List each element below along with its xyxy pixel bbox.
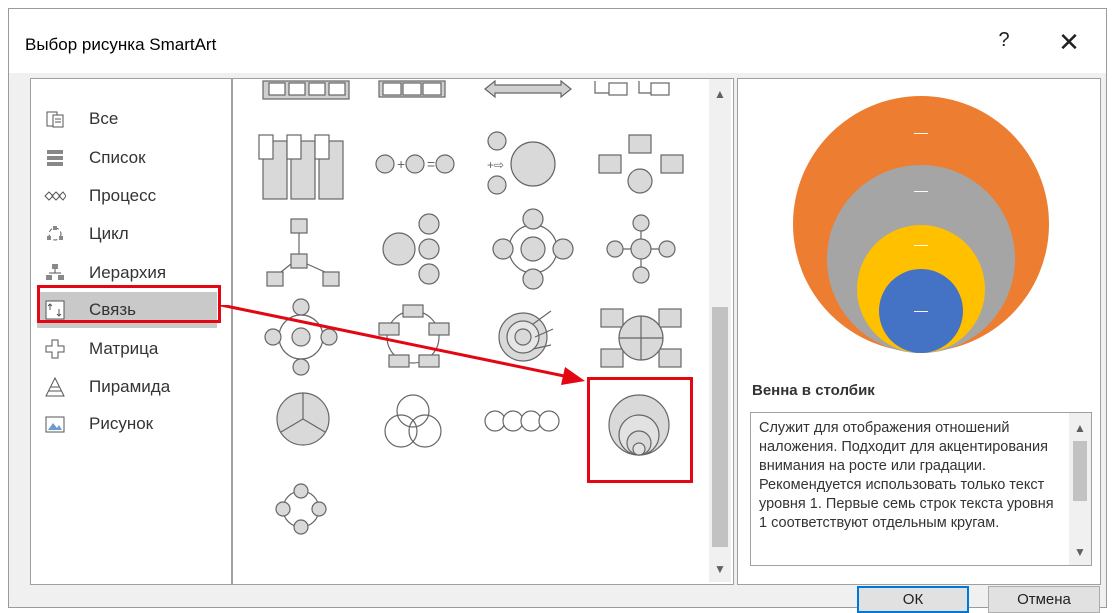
category-label: Рисунок (89, 414, 154, 433)
layout-thumbnail[interactable] (382, 213, 440, 285)
venn-label-1: — (914, 124, 928, 140)
matrix-icon (43, 337, 67, 361)
venn-label-2: — (914, 182, 928, 198)
all-icon (43, 107, 67, 131)
layout-thumbnail[interactable]: +⇨ (487, 131, 556, 195)
category-list-item[interactable]: Список (37, 140, 217, 176)
scroll-down-arrow-icon[interactable]: ▼ (709, 562, 731, 576)
description-scrollbar[interactable]: ▲ ▼ (1069, 413, 1091, 565)
scroll-up-arrow-icon[interactable]: ▲ (1069, 421, 1091, 435)
category-label: Иерархия (89, 263, 167, 282)
category-label: Все (89, 109, 119, 128)
venn-label-3: — (914, 236, 928, 252)
category-cycle[interactable]: Цикл (37, 216, 217, 252)
svg-text:=: = (427, 156, 435, 172)
category-highlight-box (37, 285, 221, 323)
dialog-title: Выбор рисунка SmartArt (25, 35, 217, 54)
category-label: Матрица (89, 339, 159, 358)
layout-thumbnail[interactable] (606, 214, 676, 284)
layout-thumbnail[interactable] (492, 208, 574, 290)
description-scroll-thumb[interactable] (1073, 441, 1087, 501)
annotation-arrow (220, 305, 585, 385)
category-matrix[interactable]: Матрица (37, 331, 217, 367)
close-button[interactable]: ✕ (1054, 27, 1084, 58)
help-button[interactable]: ? (994, 29, 1014, 52)
pyramid-icon (43, 375, 67, 399)
smartart-dialog: Выбор рисунка SmartArt ? ✕ Все Список Пр… (8, 8, 1107, 613)
category-picture[interactable]: Рисунок (37, 406, 217, 442)
layout-thumbnail[interactable] (594, 81, 670, 96)
cycle-icon (43, 222, 67, 246)
category-label: Процесс (89, 186, 157, 205)
layout-thumbnail[interactable] (275, 483, 327, 535)
svg-text:+: + (397, 156, 405, 172)
layout-thumbnail[interactable] (262, 80, 350, 100)
category-label: Пирамида (89, 377, 171, 396)
category-list: Все Список Процесс Цикл Иерархия Связь М… (30, 78, 232, 585)
venn-label-4: — (914, 302, 928, 318)
process-icon (43, 184, 67, 208)
scroll-down-arrow-icon[interactable]: ▼ (1069, 545, 1091, 559)
scroll-up-arrow-icon[interactable]: ▲ (709, 87, 731, 101)
category-process[interactable]: Процесс (37, 178, 217, 214)
ok-button[interactable]: ОК (857, 586, 969, 613)
hierarchy-icon (43, 261, 67, 285)
layout-thumbnail[interactable] (266, 218, 340, 287)
cancel-button[interactable]: Отмена (988, 586, 1100, 613)
layout-thumbnail[interactable] (258, 134, 344, 200)
category-label: Цикл (89, 224, 129, 243)
svg-text:+⇨: +⇨ (487, 158, 504, 172)
category-pyramid[interactable]: Пирамида (37, 369, 217, 405)
picture-icon (43, 412, 67, 436)
category-all[interactable]: Все (37, 101, 217, 137)
layout-thumbnail[interactable] (598, 134, 684, 194)
layout-thumbnail[interactable] (378, 80, 446, 98)
layout-thumbnail[interactable]: + = (375, 154, 455, 174)
title-bar: Выбор рисунка SmartArt ? ✕ (9, 9, 1106, 73)
category-label: Список (89, 148, 146, 167)
layout-thumbnail[interactable] (484, 79, 572, 99)
list-icon (43, 146, 67, 170)
